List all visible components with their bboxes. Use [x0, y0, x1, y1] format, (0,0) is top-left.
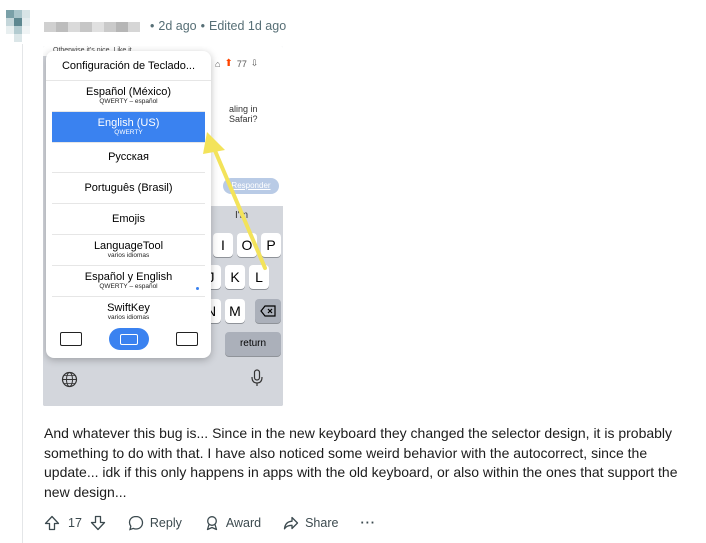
more-options-icon: ···: [360, 516, 376, 530]
award-icon: [206, 516, 218, 531]
avatar[interactable]: [6, 10, 38, 42]
edited-time: Edited 1d ago: [209, 19, 287, 33]
username-redacted[interactable]: [44, 20, 140, 32]
share-button[interactable]: Share: [283, 515, 338, 531]
upvote-icon[interactable]: [44, 515, 60, 531]
downvote-icon[interactable]: [90, 515, 106, 531]
share-label: Share: [305, 516, 339, 530]
vote-score: 17: [68, 516, 82, 530]
award-button[interactable]: Award: [204, 515, 261, 531]
attached-screenshot[interactable]: Otherwise it's nice. Like it ⌂ ⬆ 77 ⇩ al…: [43, 46, 283, 406]
comment-actions: 17 Reply Award Share ···: [44, 512, 398, 534]
share-icon: [283, 516, 299, 530]
comment-header: • 2d ago • Edited 1d ago: [6, 10, 286, 42]
thread-line: [22, 44, 23, 543]
reply-label: Reply: [149, 516, 182, 530]
more-options-button[interactable]: ···: [360, 516, 376, 530]
comment-bubble-icon: [128, 515, 144, 531]
meta-separator: •: [200, 19, 206, 33]
award-label: Award: [225, 516, 262, 530]
annotation-arrow-icon: [203, 132, 267, 270]
vote-control: 17: [44, 515, 106, 531]
comment-body: And whatever this bug is... Since in the…: [44, 425, 678, 500]
reply-button[interactable]: Reply: [128, 515, 182, 531]
meta-separator: •: [150, 19, 155, 33]
posted-time[interactable]: 2d ago: [158, 19, 196, 33]
